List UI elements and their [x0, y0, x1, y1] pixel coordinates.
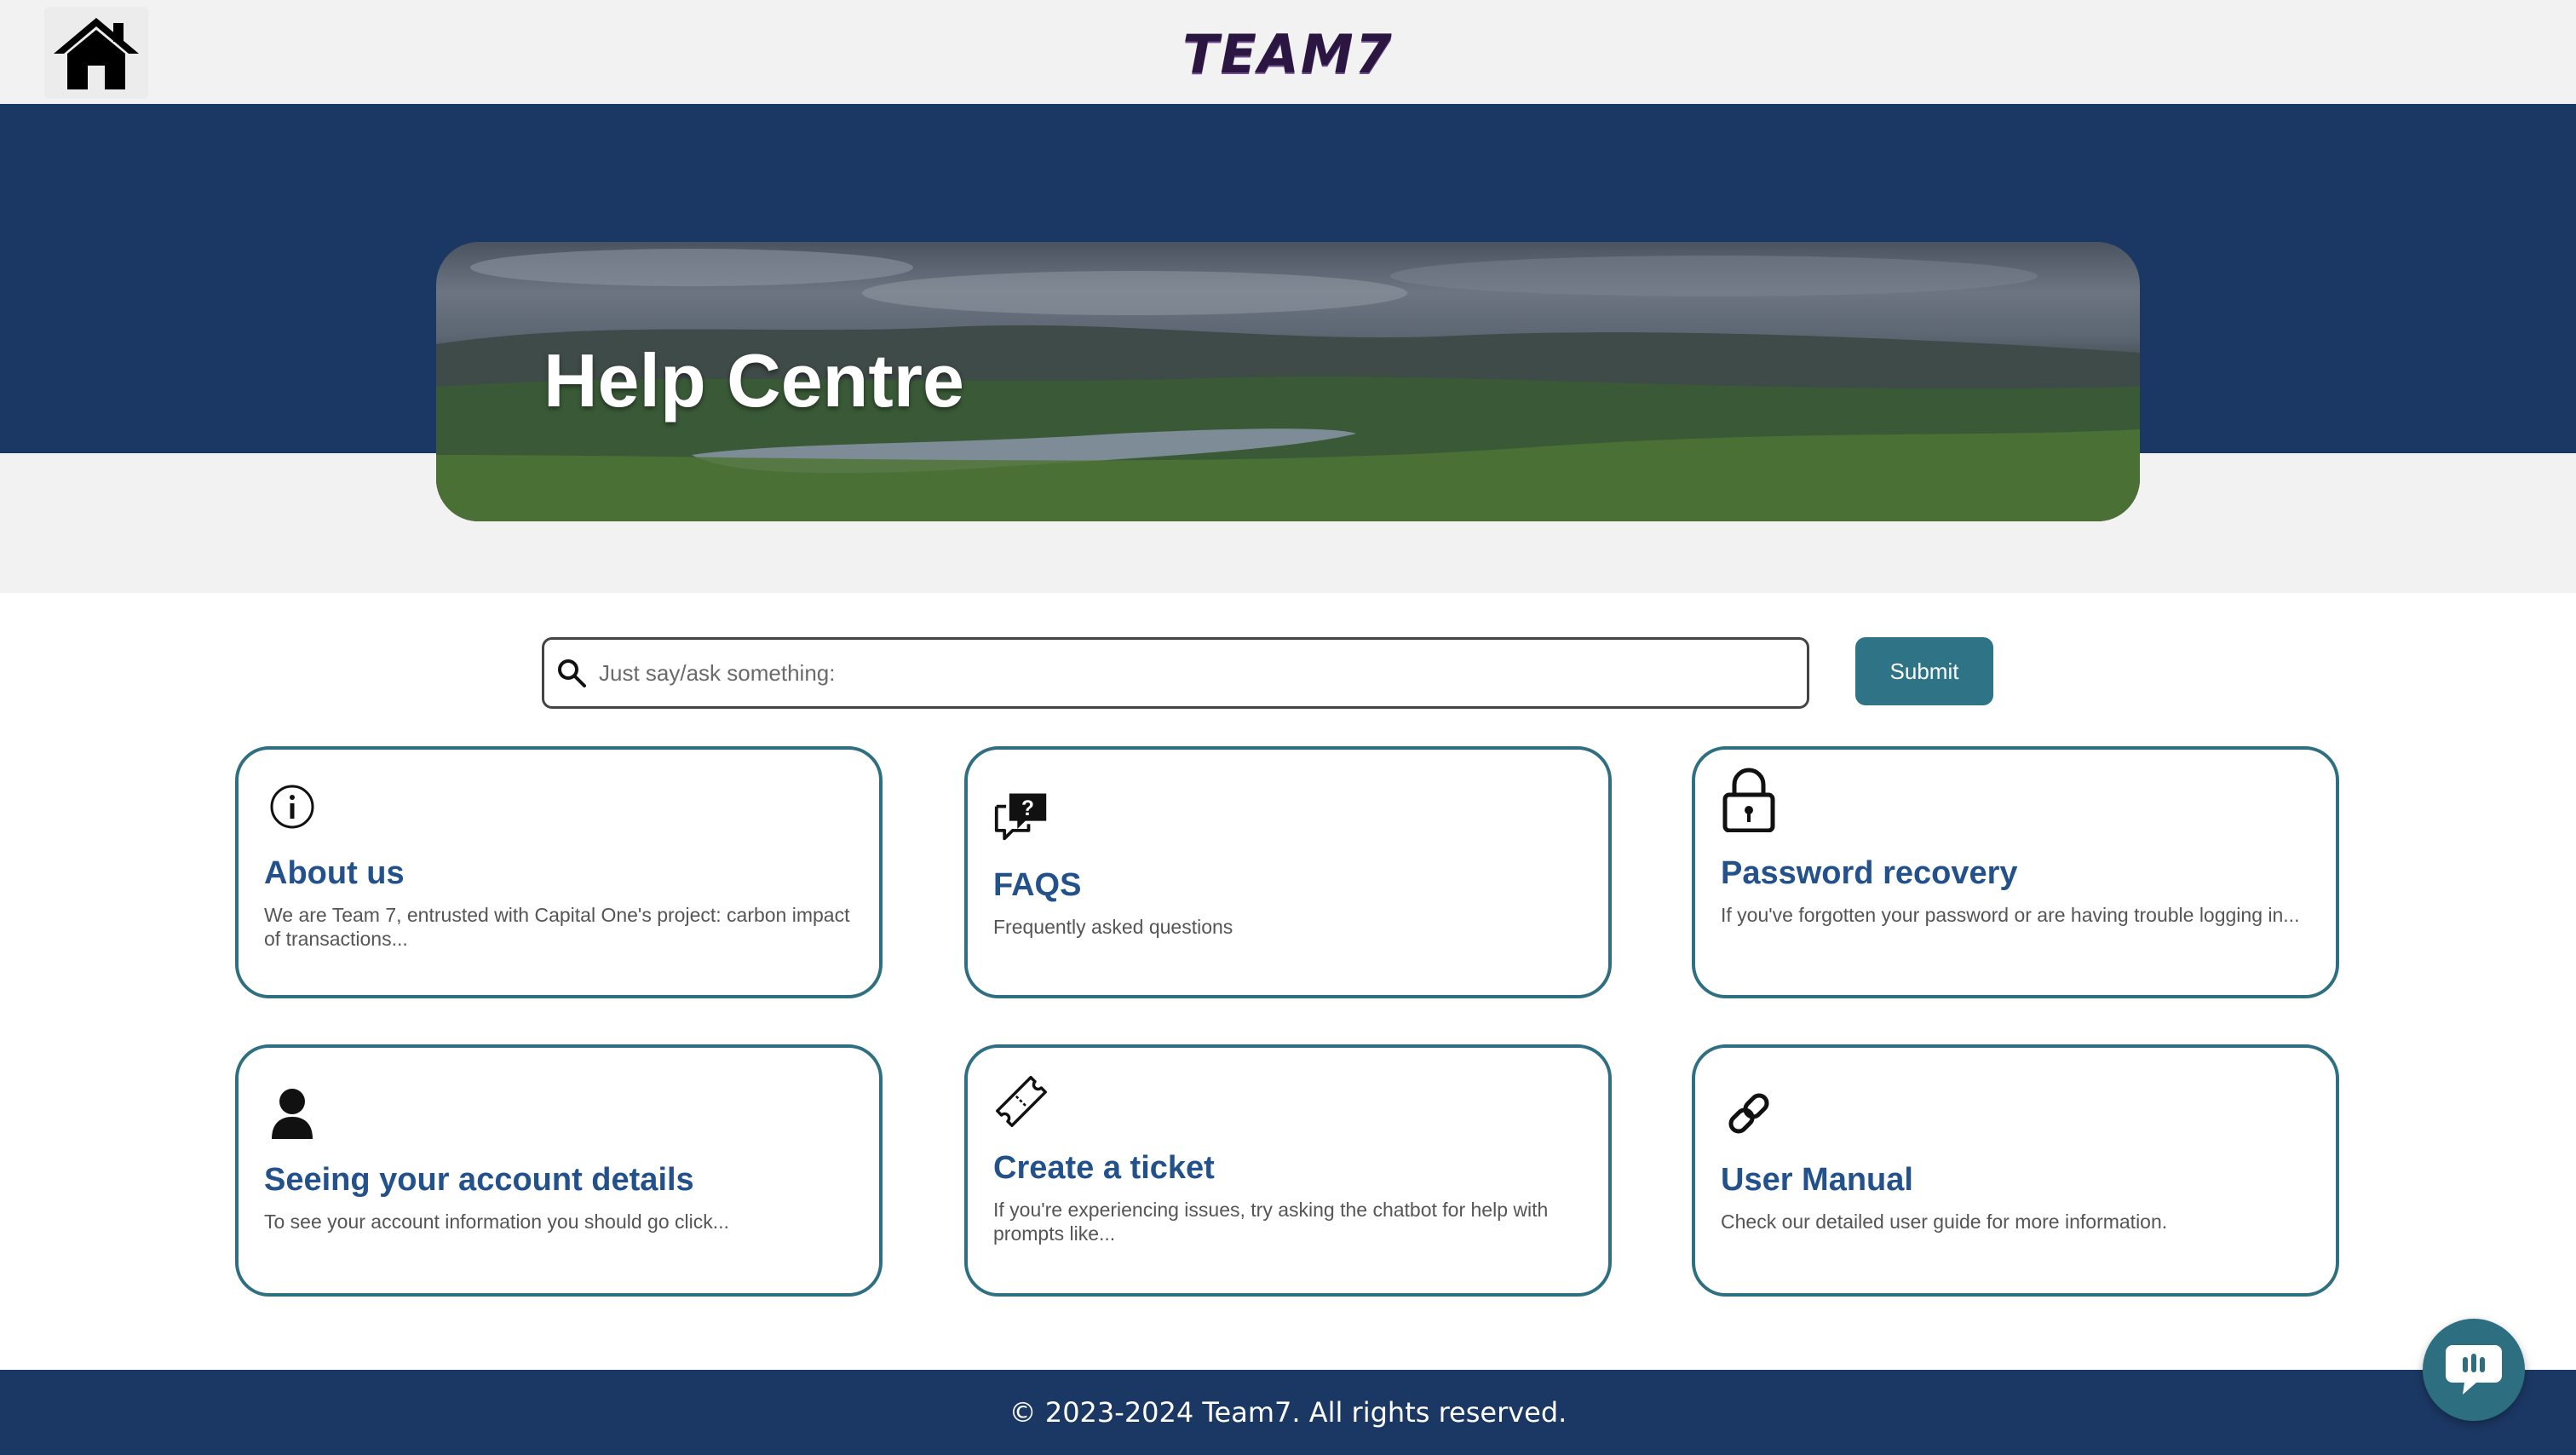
footer: © 2023-2024 Team7. All rights reserved.	[0, 1370, 2576, 1455]
chat-bubble-icon	[2446, 1345, 2502, 1395]
ticket-icon	[993, 1073, 1049, 1130]
card-description: Frequently asked questions	[993, 916, 1233, 938]
page-title: Help Centre	[543, 338, 964, 423]
card-title: Password recovery	[1721, 855, 2018, 891]
hero-banner: Help Centre	[436, 242, 2140, 521]
card-faqs[interactable]: ? FAQS Frequently asked questions	[964, 746, 1612, 998]
logo-text: TEAM7	[1182, 22, 1394, 85]
card-description: We are Team 7, entrusted with Capital On…	[264, 904, 850, 950]
home-button[interactable]	[44, 7, 148, 99]
search-input[interactable]	[597, 658, 1776, 687]
card-password-recovery[interactable]: Password recovery If you've forgotten yo…	[1692, 746, 2339, 998]
card-description: If you've forgotten your password or are…	[1721, 904, 2300, 926]
info-icon	[264, 779, 320, 835]
card-create-ticket[interactable]: Create a ticket If you're experiencing i…	[964, 1044, 1612, 1297]
card-user-manual[interactable]: User Manual Check our detailed user guid…	[1692, 1044, 2339, 1297]
copyright-text: © 2023-2024 Team7. All rights reserved.	[1009, 1396, 1567, 1429]
card-title: FAQS	[993, 867, 1082, 903]
link-icon	[1721, 1085, 1777, 1142]
faq-chat-icon: ?	[993, 787, 1049, 843]
chatbot-button[interactable]	[2423, 1319, 2525, 1421]
card-title: About us	[264, 855, 405, 891]
card-title: User Manual	[1721, 1162, 1913, 1198]
user-icon	[264, 1085, 320, 1142]
card-title: Create a ticket	[993, 1150, 1215, 1186]
card-account-details[interactable]: Seeing your account details To see your …	[235, 1044, 883, 1297]
search-bar	[542, 637, 1809, 709]
submit-button[interactable]: Submit	[1855, 637, 1993, 705]
card-description: To see your account information you shou…	[264, 1211, 729, 1233]
team7-logo[interactable]: TEAM7	[1176, 22, 1400, 85]
padlock-icon	[1721, 768, 1777, 832]
search-icon	[555, 656, 589, 690]
card-description: Check our detailed user guide for more i…	[1721, 1211, 2168, 1233]
top-bar: TEAM7	[0, 0, 2576, 104]
home-icon	[54, 18, 139, 89]
card-about-us[interactable]: About us We are Team 7, entrusted with C…	[235, 746, 883, 998]
svg-text:?: ?	[1021, 797, 1034, 820]
card-description: If you're experiencing issues, try askin…	[993, 1199, 1549, 1245]
card-title: Seeing your account details	[264, 1162, 694, 1198]
